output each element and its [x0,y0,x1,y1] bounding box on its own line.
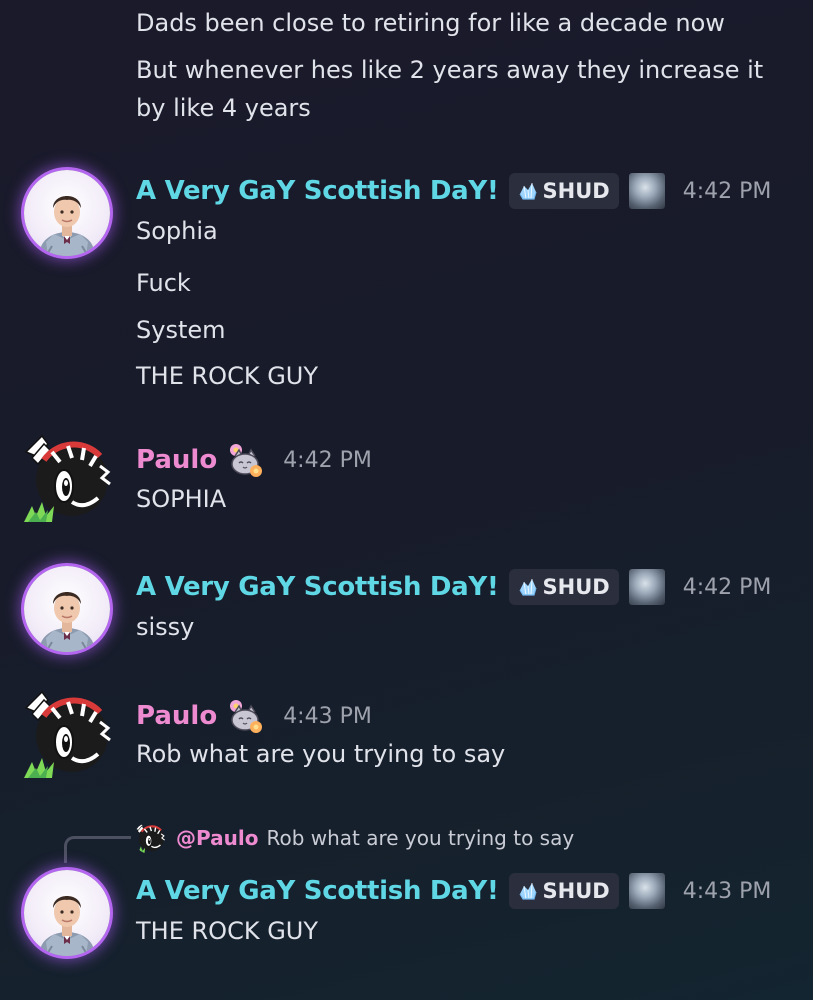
avatar-image [22,432,114,524]
wolf-role-icon[interactable] [628,873,665,909]
message-line: Dads been close to retiring for like a d… [136,9,725,37]
username[interactable]: Paulo [136,445,217,475]
avatar[interactable] [24,870,110,956]
message-line: THE ROCK GUY [136,917,319,945]
timestamp: 4:42 PM [283,447,372,473]
server-tag-label: SHUD [542,879,610,903]
timestamp: 4:42 PM [682,574,772,600]
avatar[interactable] [24,170,110,256]
message-header: Paulo 4:42 PM [136,440,372,480]
avatar-image [24,870,110,956]
message-line: SOPHIA [136,485,227,513]
message-line: But whenever hes like 2 years away they … [136,56,764,122]
cat-flower-emote-icon[interactable] [225,696,265,736]
avatar-image [24,170,110,256]
username[interactable]: A Very GaY Scottish DaY! [136,572,499,602]
message-header: A Very GaY Scottish DaY! SHUD 4:43 PM [136,871,771,911]
avatar[interactable] [22,432,114,524]
message-header: A Very GaY Scottish DaY! SHUD 4:42 PM [136,567,771,607]
server-tag-label: SHUD [542,179,610,203]
reply-mention[interactable]: @Paulo [176,826,258,850]
timestamp: 4:42 PM [682,178,772,204]
timestamp: 4:43 PM [682,878,772,904]
message-line: THE ROCK GUY [136,362,319,390]
reply-preview[interactable]: @Paulo Rob what are you trying to say [134,822,574,854]
crystal-icon [517,880,539,902]
message-line: System [136,316,226,344]
server-tag[interactable]: SHUD [508,873,619,909]
reply-avatar [134,822,166,854]
server-tag[interactable]: SHUD [508,173,619,209]
username[interactable]: A Very GaY Scottish DaY! [136,876,499,906]
cat-flower-emote-icon[interactable] [225,440,265,480]
avatar-image [24,566,110,652]
wolf-role-icon[interactable] [628,173,665,209]
crystal-icon [517,576,539,598]
wolf-role-icon[interactable] [628,569,665,605]
reply-spine [64,836,131,863]
reply-avatar-image [134,822,166,854]
avatar-image [22,688,114,780]
username[interactable]: Paulo [136,701,217,731]
reply-text: Rob what are you trying to say [266,826,575,850]
avatar[interactable] [22,688,114,780]
message-header: Paulo 4:43 PM [136,696,372,736]
timestamp: 4:43 PM [283,703,372,729]
avatar[interactable] [24,566,110,652]
message-line: Sophia [136,217,218,245]
message-line: Fuck [136,269,191,297]
message-line: Rob what are you trying to say [136,740,506,768]
message-line: sissy [136,613,195,641]
server-tag-label: SHUD [542,575,610,599]
crystal-icon [517,180,539,202]
username[interactable]: A Very GaY Scottish DaY! [136,176,499,206]
server-tag[interactable]: SHUD [508,569,619,605]
message-header: A Very GaY Scottish DaY! SHUD 4:42 PM [136,171,771,211]
